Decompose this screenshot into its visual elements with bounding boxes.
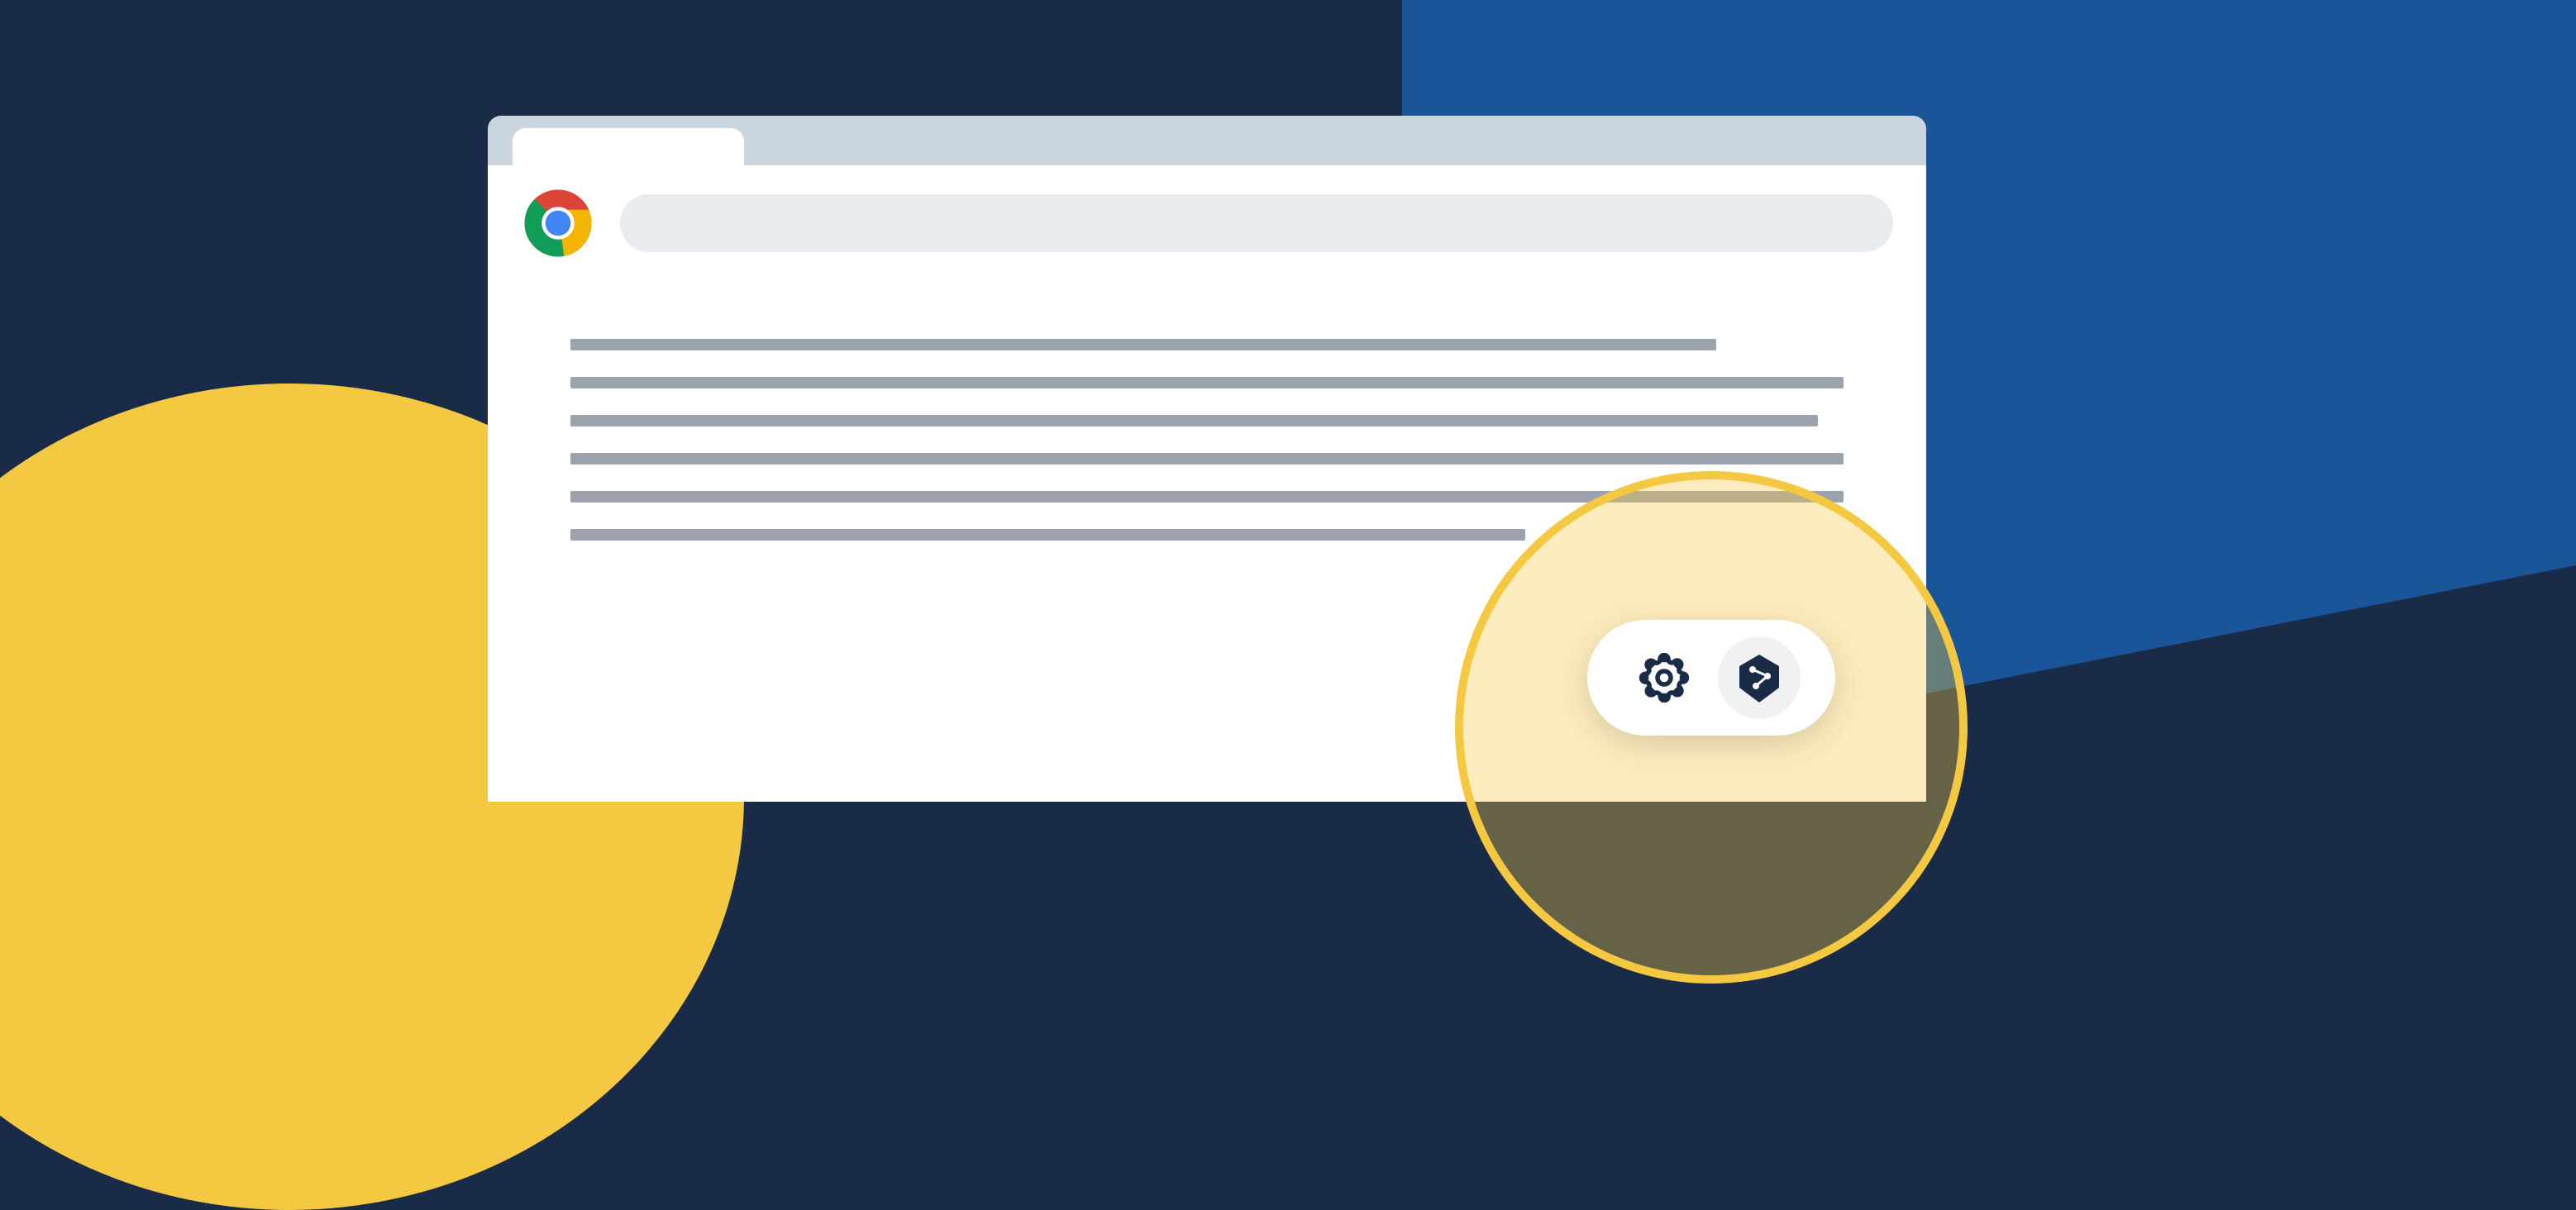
share-button[interactable] [1718,636,1801,719]
settings-button[interactable] [1623,636,1705,719]
gear-icon [1639,653,1689,703]
chrome-logo-icon [521,186,595,260]
text-placeholder-line [570,339,1716,350]
text-placeholder-line [570,377,1844,388]
browser-toolbar [488,165,1926,281]
text-placeholder-line [570,529,1525,541]
floating-toolbar [1587,620,1835,736]
tab-bar [488,116,1926,165]
hexagon-share-icon [1733,651,1786,704]
text-placeholder-line-highlighted [570,415,1844,426]
address-bar[interactable] [620,194,1893,252]
text-placeholder-line-highlighted [570,453,1844,464]
zoom-magnifier-circle [1455,471,1968,984]
browser-tab[interactable] [513,128,744,165]
browser-window [488,116,1926,802]
